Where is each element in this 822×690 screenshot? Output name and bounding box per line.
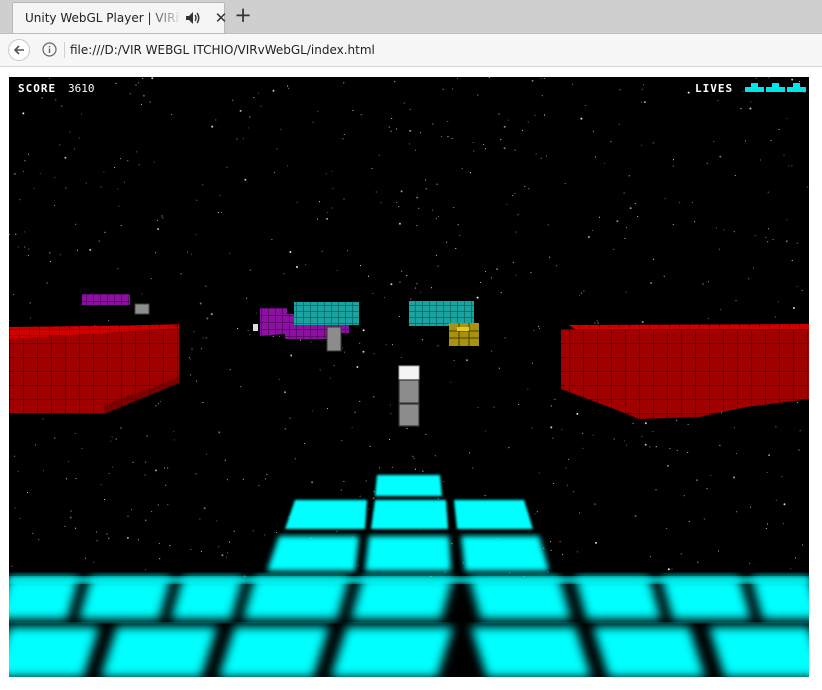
url-separator (64, 42, 65, 58)
grey-block-stack (398, 365, 420, 427)
floor-tile (661, 577, 751, 619)
page-content: SCORE 3610 LIVES (0, 67, 822, 690)
life-icon (745, 83, 764, 92)
speaker-icon[interactable] (185, 11, 201, 25)
floor-tile (267, 536, 359, 571)
tab-strip: Unity WebGL Player | VIRitch ✕ + (0, 0, 822, 33)
game-canvas[interactable]: SCORE 3610 LIVES (9, 77, 809, 677)
life-icon (787, 83, 806, 92)
floor-tile (461, 536, 549, 571)
floor-tile (331, 627, 453, 677)
floor-tile (575, 577, 661, 619)
score-label: SCORE (18, 82, 57, 95)
close-tab-icon[interactable]: ✕ (213, 10, 229, 26)
address-bar: file:///D:/VIR WEBGL ITCHIO/VIRvWebGL/in… (0, 33, 822, 67)
floor-tile (9, 577, 79, 619)
game-scene (9, 77, 809, 677)
floor-tile (454, 500, 533, 529)
lives-label: LIVES (695, 82, 734, 95)
score-value: 3610 (68, 82, 95, 95)
floor-tile (243, 577, 349, 619)
floor-tile (365, 536, 451, 571)
back-arrow-icon (13, 45, 24, 55)
tab-title-fade (148, 7, 184, 29)
floor-tile (371, 500, 448, 529)
floor-tile (101, 627, 217, 677)
browser-tab[interactable]: Unity WebGL Player | VIRitch ✕ (12, 2, 227, 33)
lives-indicator (745, 83, 806, 92)
floor-tile (219, 627, 329, 677)
floor-tile (79, 577, 171, 619)
info-icon[interactable] (42, 42, 57, 57)
life-icon (766, 83, 785, 92)
floor-tile (593, 627, 705, 677)
floor-tile (709, 627, 809, 677)
floor-tile (375, 475, 442, 496)
floor-tile (171, 577, 243, 619)
new-tab-button[interactable]: + (233, 3, 253, 27)
yellow-block (449, 323, 479, 346)
floor-tile (351, 577, 453, 619)
floor-tile (285, 500, 367, 529)
floor-tile (469, 577, 571, 619)
url-field[interactable]: file:///D:/VIR WEBGL ITCHIO/VIRvWebGL/in… (70, 43, 375, 57)
floor-tile (471, 627, 591, 677)
back-button[interactable] (8, 39, 30, 61)
